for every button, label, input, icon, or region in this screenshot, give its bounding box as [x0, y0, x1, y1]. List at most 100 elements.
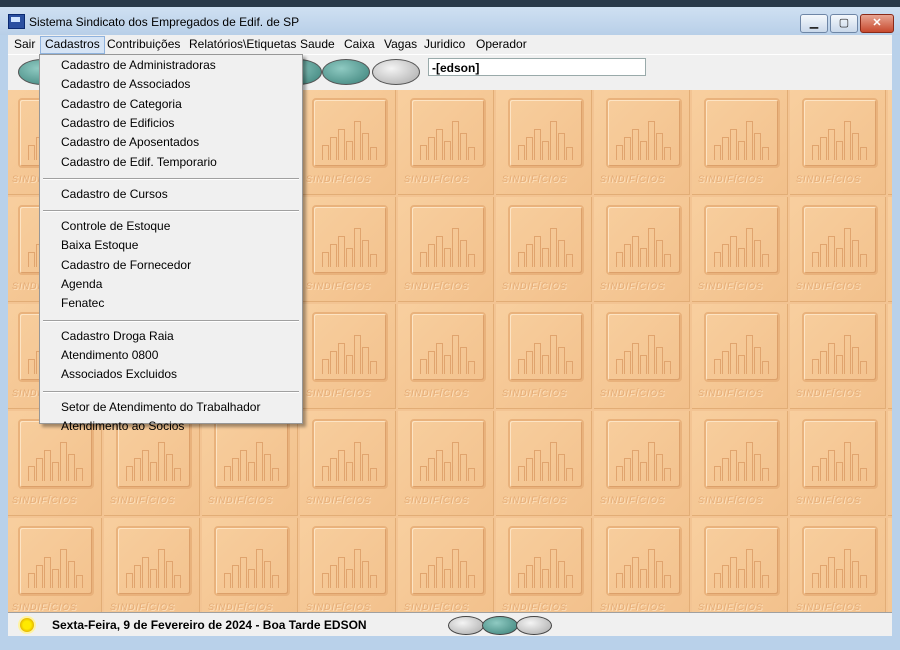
- background-tile: SINDIFÍCIOS: [692, 197, 788, 302]
- tile-watermark-text: SINDIFÍCIOS: [502, 388, 568, 398]
- tile-building-shape: [362, 133, 369, 160]
- tile-building-shape: [428, 244, 435, 267]
- dropdown-item[interactable]: Cadastro de Edificios: [61, 115, 174, 132]
- tile-building-shape: [844, 549, 851, 588]
- menu-sair[interactable]: Sair: [10, 37, 39, 53]
- tile-building-shape: [558, 133, 565, 160]
- dropdown-item[interactable]: Cadastro de Categoria: [61, 96, 182, 113]
- operator-field[interactable]: -[edson]: [428, 58, 646, 76]
- tile-building-shape: [836, 569, 843, 588]
- tile-building-shape: [256, 442, 263, 481]
- tile-building-shape: [420, 252, 427, 267]
- status-oval-2[interactable]: [482, 616, 518, 635]
- tile-building-shape: [52, 462, 59, 481]
- tile-building-shape: [738, 462, 745, 481]
- background-tile: SINDIFÍCIOS: [300, 411, 396, 516]
- tile-logo-frame: [410, 312, 486, 382]
- dropdown-item[interactable]: Baixa Estoque: [61, 237, 138, 254]
- tile-building-shape: [828, 236, 835, 267]
- dropdown-item[interactable]: Fenatec: [61, 295, 104, 312]
- dropdown-item[interactable]: Cadastro Droga Raia: [61, 328, 174, 345]
- tile-building-shape: [150, 462, 157, 481]
- status-bar: Sexta-Feira, 9 de Fevereiro de 2024 - Bo…: [8, 612, 892, 637]
- tile-watermark-text: SINDIFÍCIOS: [12, 495, 78, 505]
- dropdown-item[interactable]: Associados Excluidos: [61, 366, 177, 383]
- tile-building-shape: [632, 450, 639, 481]
- tile-building-shape: [836, 141, 843, 160]
- tile-building-shape: [68, 454, 75, 481]
- background-tile: SINDIFÍCIOS: [398, 518, 494, 612]
- tile-building-shape: [518, 359, 525, 374]
- menu-operador[interactable]: Operador: [472, 37, 531, 53]
- tile-building-shape: [754, 347, 761, 374]
- dropdown-item[interactable]: Setor de Atendimento do Trabalhador: [61, 399, 260, 416]
- status-oval-1[interactable]: [448, 616, 484, 635]
- dropdown-item[interactable]: Cadastro de Cursos: [61, 186, 168, 203]
- dropdown-item[interactable]: Cadastro de Fornecedor: [61, 257, 191, 274]
- tile-building-shape: [640, 141, 647, 160]
- tile-building-shape: [452, 335, 459, 374]
- menu-juridico[interactable]: Juridico: [420, 37, 469, 53]
- tile-logo-frame: [508, 419, 584, 489]
- menu-cadastros[interactable]: Cadastros: [40, 36, 105, 54]
- dropdown-item[interactable]: Atendimento 0800: [61, 347, 158, 364]
- toolbar-oval-button-4[interactable]: [372, 59, 420, 85]
- tile-logo-frame: [508, 312, 584, 382]
- background-tile: SINDIFÍCIOS: [496, 90, 592, 195]
- tile-building-shape: [126, 466, 133, 481]
- menu-relatorios-etiquetas[interactable]: Relatórios\Etiquetas: [185, 37, 300, 53]
- menu-contribuicoes[interactable]: Contribuições: [103, 37, 184, 53]
- dropdown-item[interactable]: Cadastro de Aposentados: [61, 134, 199, 151]
- tile-building-shape: [550, 228, 557, 267]
- minimize-button[interactable]: ▁: [800, 14, 828, 33]
- tile-building-shape: [746, 549, 753, 588]
- maximize-button[interactable]: ▢: [830, 14, 858, 33]
- tile-building-shape: [762, 575, 769, 588]
- menu-caixa[interactable]: Caixa: [340, 37, 379, 53]
- tile-watermark-text: SINDIFÍCIOS: [796, 174, 862, 184]
- background-tile: SINDIFÍCIOS: [790, 197, 886, 302]
- dropdown-item[interactable]: Agenda: [61, 276, 102, 293]
- tile-watermark-text: SINDIFÍCIOS: [306, 281, 372, 291]
- tile-building-shape: [534, 343, 541, 374]
- tile-building-shape: [338, 129, 345, 160]
- tile-building-shape: [134, 458, 141, 481]
- tile-building-shape: [468, 147, 475, 160]
- tile-building-shape: [28, 466, 35, 481]
- tile-building-shape: [272, 575, 279, 588]
- dropdown-item[interactable]: Controle de Estoque: [61, 218, 170, 235]
- dropdown-item[interactable]: Cadastro de Edif. Temporario: [61, 154, 217, 171]
- status-oval-3[interactable]: [516, 616, 552, 635]
- tile-logo-frame: [606, 98, 682, 168]
- tile-building-shape: [664, 147, 671, 160]
- tile-building-shape: [828, 450, 835, 481]
- menu-bar: Sair Cadastros Contribuições Relatórios\…: [8, 35, 892, 54]
- tile-building-shape: [730, 129, 737, 160]
- menu-saude[interactable]: Saude: [296, 37, 339, 53]
- title-bar[interactable]: Sistema Sindicato dos Empregados de Edif…: [0, 7, 900, 35]
- tile-building-shape: [656, 240, 663, 267]
- tile-building-shape: [330, 458, 337, 481]
- tile-building-shape: [852, 133, 859, 160]
- close-button[interactable]: ✕: [860, 14, 894, 33]
- tile-building-shape: [526, 458, 533, 481]
- tile-logo-frame: [704, 205, 780, 275]
- toolbar-oval-button-3[interactable]: [322, 59, 370, 85]
- tile-watermark-text: SINDIFÍCIOS: [600, 388, 666, 398]
- tile-building-shape: [542, 569, 549, 588]
- dropdown-item[interactable]: Cadastro de Administradoras: [61, 57, 216, 74]
- menu-vagas[interactable]: Vagas: [380, 37, 421, 53]
- tile-building-shape: [76, 575, 83, 588]
- sun-icon: [20, 618, 34, 632]
- tile-building-shape: [558, 561, 565, 588]
- tile-logo-frame: [312, 526, 388, 596]
- tile-building-shape: [460, 561, 467, 588]
- tile-building-shape: [664, 575, 671, 588]
- status-date-greeting: Sexta-Feira, 9 de Fevereiro de 2024 - Bo…: [52, 618, 367, 632]
- background-tile: SINDIFÍCIOS: [790, 90, 886, 195]
- background-tile: SINDIFÍCIOS: [300, 304, 396, 409]
- tile-building-shape: [518, 573, 525, 588]
- dropdown-item[interactable]: Cadastro de Associados: [61, 76, 190, 93]
- dropdown-item[interactable]: Atendimento ao Socios: [61, 418, 184, 435]
- tile-building-shape: [738, 569, 745, 588]
